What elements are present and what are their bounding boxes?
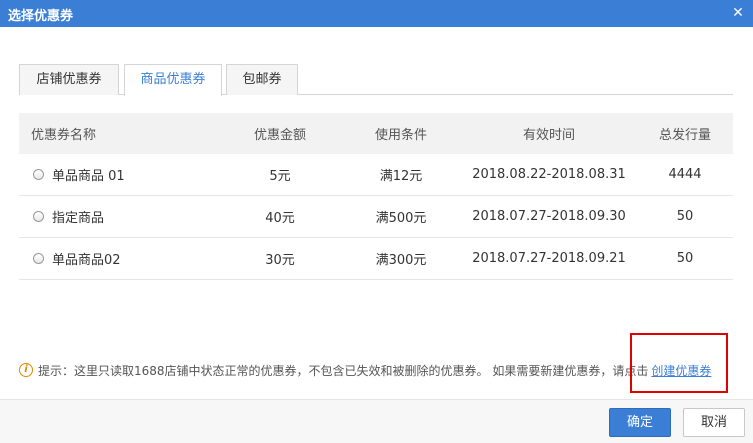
coupon-radio[interactable]: [33, 211, 44, 222]
table-row[interactable]: 单品商品 01 5元 满12元 2018.08.22-2018.08.31 44…: [19, 154, 733, 196]
coupon-valid-time: 2018.07.27-2018.09.21: [472, 251, 626, 266]
coupon-table: 优惠券名称 优惠金额 使用条件 有效时间 总发行量 单品商品 01 5元 满12…: [19, 113, 733, 280]
dialog-footer: 确定 取消: [0, 400, 753, 443]
coupon-total: 50: [676, 209, 694, 224]
coupon-condition: 满300元: [375, 253, 427, 268]
header-condition: 使用条件: [374, 128, 427, 143]
confirm-button[interactable]: 确定: [609, 408, 671, 437]
tip-message: i 提示：这里只读取1688店铺中状态正常的优惠券，不包含已失效和被删除的优惠券…: [19, 361, 711, 379]
coupon-total: 50: [676, 251, 694, 266]
highlight-box: [630, 333, 728, 393]
coupon-total: 4444: [668, 167, 702, 182]
coupon-name: 指定商品: [52, 211, 105, 226]
coupon-condition: 满12元: [379, 169, 423, 184]
coupon-amount: 40元: [265, 211, 295, 226]
dialog-title-bar: 选择优惠券 ✕: [0, 0, 753, 27]
header-valid-time: 有效时间: [522, 128, 575, 143]
cancel-button[interactable]: 取消: [683, 408, 745, 437]
coupon-condition: 满500元: [375, 211, 427, 226]
coupon-name: 单品商品 01: [52, 169, 125, 184]
coupon-type-tabs: 店铺优惠券 商品优惠券 包邮券: [19, 64, 733, 96]
coupon-radio[interactable]: [33, 169, 44, 180]
close-icon[interactable]: ✕: [729, 4, 747, 22]
coupon-amount: 5元: [269, 169, 291, 184]
header-amount: 优惠金额: [253, 128, 306, 143]
info-icon: i: [19, 363, 33, 377]
header-name: 优惠券名称: [31, 128, 97, 143]
tip-text: 提示：这里只读取1688店铺中状态正常的优惠券，不包含已失效和被删除的优惠券。 …: [38, 363, 649, 378]
tab-product-coupon[interactable]: 商品优惠券: [124, 64, 222, 96]
dialog-title: 选择优惠券: [8, 9, 74, 24]
table-row[interactable]: 单品商品02 30元 满300元 2018.07.27-2018.09.21 5…: [19, 238, 733, 280]
coupon-valid-time: 2018.07.27-2018.09.30: [472, 209, 626, 224]
tab-free-shipping-coupon[interactable]: 包邮券: [226, 64, 298, 95]
coupon-radio[interactable]: [33, 253, 44, 264]
table-header: 优惠券名称 优惠金额 使用条件 有效时间 总发行量: [19, 113, 733, 154]
coupon-amount: 30元: [265, 253, 295, 268]
coupon-valid-time: 2018.08.22-2018.08.31: [472, 167, 626, 182]
coupon-name: 单品商品02: [52, 253, 121, 268]
tab-shop-coupon[interactable]: 店铺优惠券: [19, 64, 119, 95]
header-total: 总发行量: [658, 128, 711, 143]
table-row[interactable]: 指定商品 40元 满500元 2018.07.27-2018.09.30 50: [19, 196, 733, 238]
